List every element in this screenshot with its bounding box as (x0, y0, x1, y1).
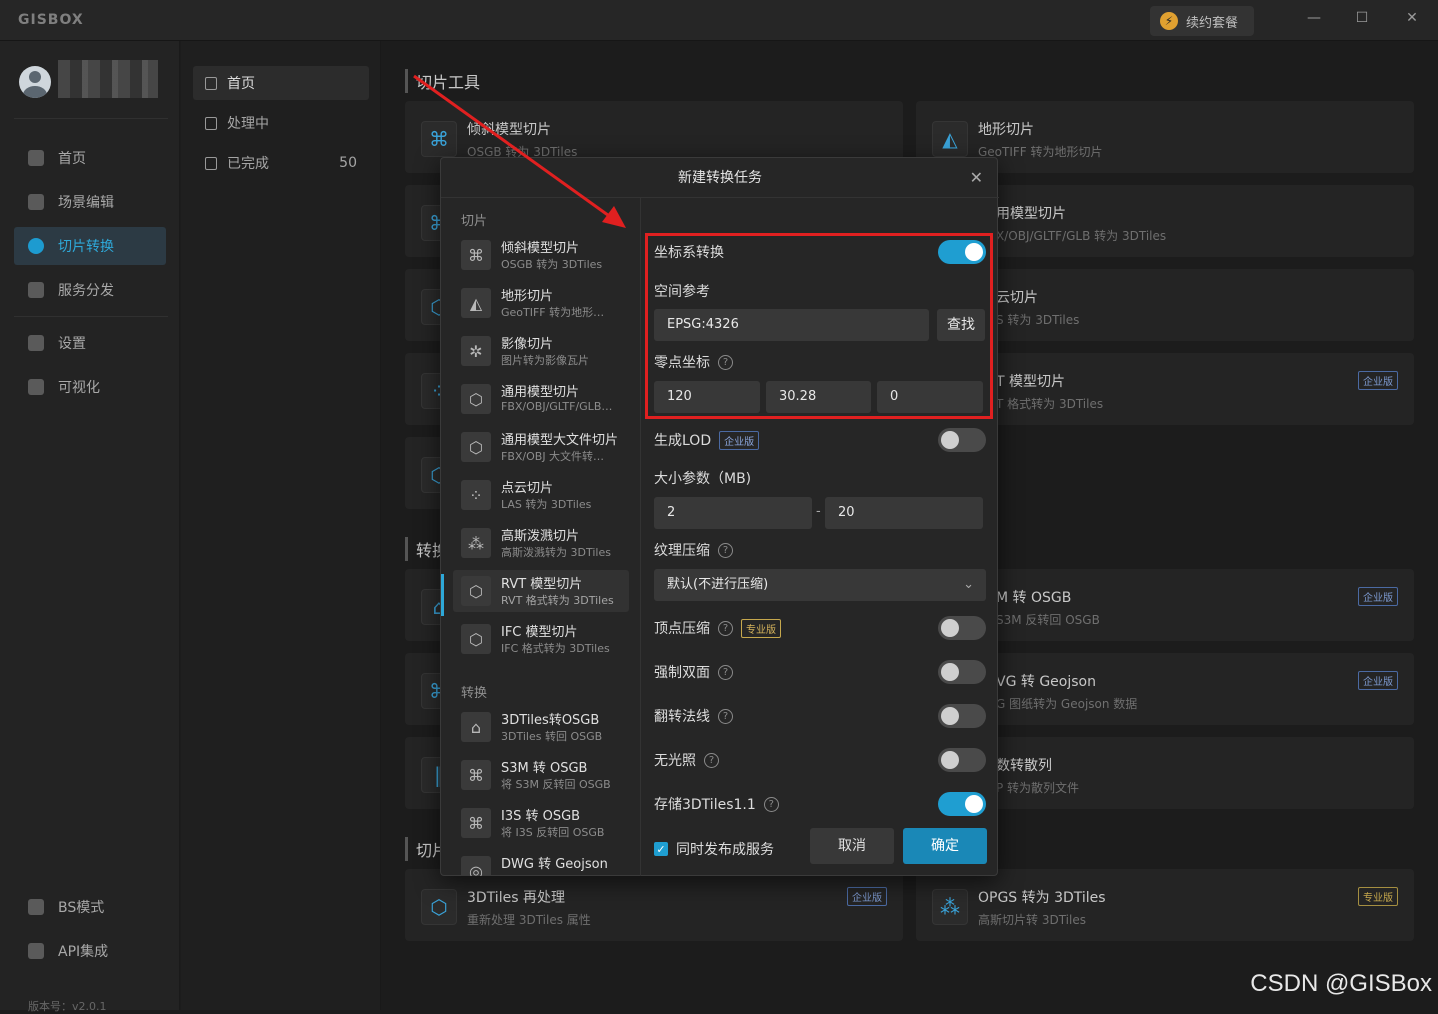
annotation-arrow (0, 0, 1438, 1010)
watermark: CSDN @GISBox (1250, 970, 1432, 998)
